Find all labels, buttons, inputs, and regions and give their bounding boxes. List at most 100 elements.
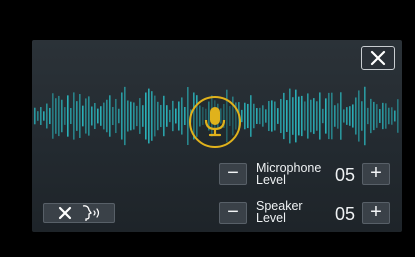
waveform-bar xyxy=(247,103,249,129)
waveform-bar xyxy=(151,91,153,141)
waveform-bar xyxy=(139,98,141,134)
waveform-bar xyxy=(166,105,168,127)
waveform-bar xyxy=(349,106,351,126)
waveform-bar xyxy=(64,107,66,125)
waveform-bar xyxy=(241,109,243,123)
waveform-bar xyxy=(316,101,318,131)
waveform-bar xyxy=(244,102,246,130)
speaker-level-value: 05 xyxy=(335,204,356,224)
waveform-bar xyxy=(49,107,51,125)
microphone-button[interactable] xyxy=(189,96,241,148)
close-icon xyxy=(370,50,386,66)
waveform-bar xyxy=(325,98,327,134)
waveform-bar xyxy=(82,105,84,127)
microphone-level-label: Microphone Level xyxy=(256,161,322,187)
waveform-bar xyxy=(40,107,42,125)
waveform-bar xyxy=(358,90,360,142)
waveform-bar xyxy=(85,98,87,134)
waveform-bar xyxy=(109,95,111,137)
waveform-bar xyxy=(379,109,381,123)
microphone-level-decrease-button[interactable]: − xyxy=(219,163,247,185)
waveform-bar xyxy=(184,107,186,125)
waveform-bar xyxy=(172,100,174,132)
waveform-bar xyxy=(313,98,315,134)
speaker-level-decrease-button[interactable]: − xyxy=(219,202,247,224)
waveform-bar xyxy=(319,92,321,140)
waveform-bar xyxy=(286,100,288,132)
waveform-bar xyxy=(157,101,159,131)
waveform-bar xyxy=(106,99,108,133)
waveform-bar xyxy=(145,92,147,140)
waveform-bar xyxy=(397,99,399,133)
waveform-bar xyxy=(259,107,261,125)
speaker-level-increase-button[interactable]: + xyxy=(362,202,390,224)
waveform-bar xyxy=(301,95,303,137)
microphone-level-increase-button[interactable]: + xyxy=(362,163,390,185)
waveform-bar xyxy=(154,95,156,137)
waveform-bar xyxy=(322,108,324,124)
waveform-bar xyxy=(391,107,393,125)
waveform-bar xyxy=(175,108,177,124)
waveform-bar xyxy=(292,97,294,135)
waveform-bar xyxy=(94,102,96,130)
waveform-bar xyxy=(37,111,39,121)
waveform-bar xyxy=(364,86,366,146)
waveform-bar xyxy=(133,102,135,130)
waveform-bar xyxy=(394,110,396,122)
waveform-bar xyxy=(130,101,132,131)
waveform-bar xyxy=(274,101,276,131)
waveform-bar xyxy=(352,104,354,128)
waveform-bar xyxy=(187,87,189,145)
waveform-bar xyxy=(283,92,285,140)
waveform-bar xyxy=(55,98,57,134)
waveform-bar xyxy=(181,97,183,135)
waveform-bar xyxy=(331,92,333,140)
waveform-bar xyxy=(52,93,54,139)
waveform-bar xyxy=(289,88,291,144)
mute-voice-button[interactable] xyxy=(43,203,115,223)
waveform-bar xyxy=(367,107,369,125)
waveform-bar xyxy=(310,99,312,133)
waveform-bar xyxy=(169,109,171,123)
waveform-bar xyxy=(118,108,120,124)
waveform-bar xyxy=(43,111,45,121)
waveform-bar xyxy=(148,88,150,144)
speaking-head-icon xyxy=(82,205,100,221)
waveform-bar xyxy=(97,108,99,124)
waveform-bar xyxy=(88,96,90,136)
waveform-bar xyxy=(343,109,345,123)
waveform-bar xyxy=(271,100,273,132)
waveform-bar xyxy=(127,100,129,132)
waveform-bar xyxy=(262,105,264,127)
waveform-bar xyxy=(103,102,105,130)
waveform-bar xyxy=(382,102,384,130)
waveform-bar xyxy=(112,106,114,126)
waveform-bar xyxy=(34,107,36,125)
waveform-bar xyxy=(334,105,336,127)
waveform-bar xyxy=(298,96,300,136)
waveform-bar xyxy=(307,93,309,139)
waveform-bar xyxy=(340,92,342,140)
waveform-bar xyxy=(328,92,330,140)
waveform-bar xyxy=(268,101,270,131)
waveform-bar xyxy=(346,107,348,125)
waveform-bar xyxy=(115,98,117,134)
waveform-bar xyxy=(79,94,81,138)
waveform-bar xyxy=(304,101,306,131)
waveform-bar xyxy=(91,106,93,126)
waveform-bar xyxy=(67,95,69,137)
waveform-bar xyxy=(361,101,363,131)
waveform-bar xyxy=(61,99,63,133)
waveform-bar xyxy=(76,101,78,131)
waveform-bar xyxy=(265,109,267,123)
waveform-bar xyxy=(70,108,72,124)
waveform-bar xyxy=(163,95,165,137)
waveform-bar xyxy=(58,95,60,137)
waveform-bar xyxy=(295,89,297,143)
microphone-level-value: 05 xyxy=(335,165,356,185)
waveform-bar xyxy=(256,108,258,124)
close-button[interactable] xyxy=(361,46,395,70)
waveform-bar xyxy=(373,101,375,131)
cross-icon xyxy=(58,206,72,220)
waveform-bar xyxy=(124,86,126,146)
